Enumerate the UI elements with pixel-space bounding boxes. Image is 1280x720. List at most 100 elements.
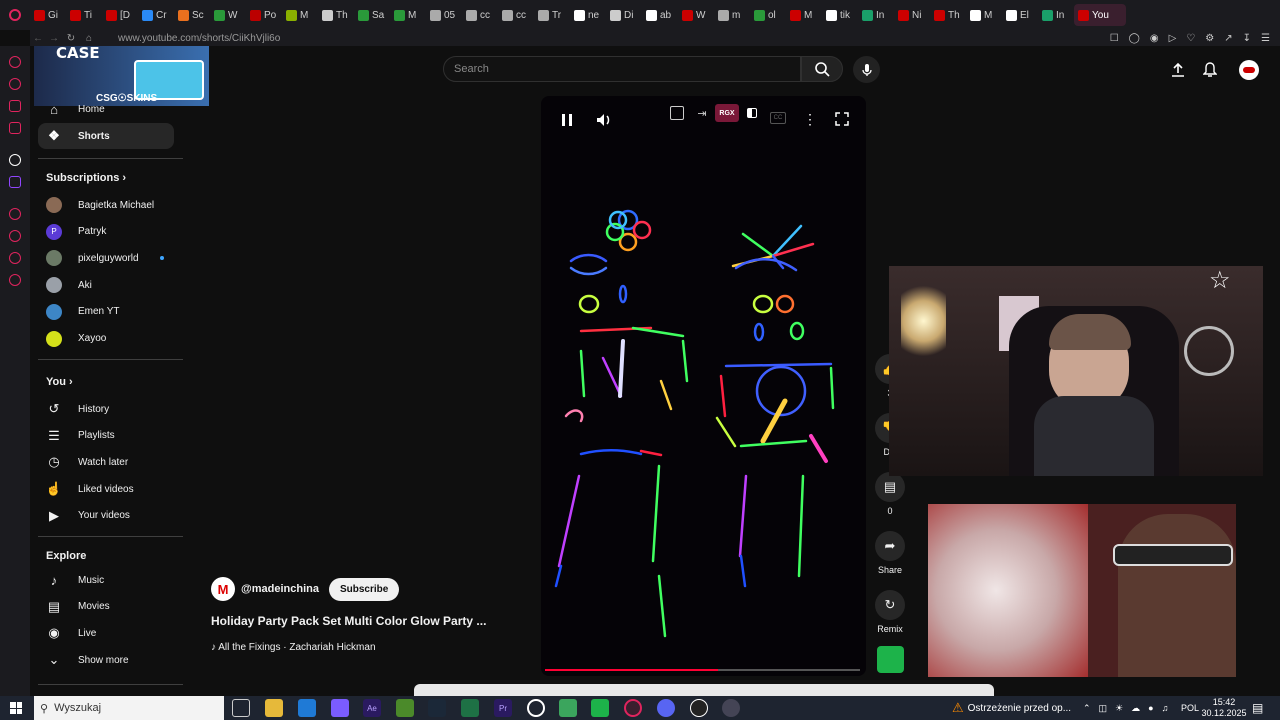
instagram-icon[interactable] bbox=[9, 122, 21, 134]
sidebar-app-icon[interactable] bbox=[9, 56, 21, 68]
browser-tab[interactable]: Sa bbox=[354, 4, 390, 26]
taskbar-search-input[interactable]: ⚲ Wyszukaj bbox=[34, 696, 224, 720]
subscription-item[interactable]: P Patryk bbox=[38, 219, 174, 245]
browser-tab[interactable]: Sc bbox=[174, 4, 210, 26]
steam-icon[interactable] bbox=[428, 699, 446, 717]
opera-logo-icon[interactable] bbox=[0, 0, 30, 30]
notification-center-icon[interactable]: ▤ bbox=[1252, 696, 1263, 720]
nav-item-history[interactable]: ↺ History bbox=[38, 396, 174, 422]
bulb-icon[interactable] bbox=[9, 252, 21, 264]
forward-icon[interactable]: → bbox=[46, 33, 62, 44]
app-icon[interactable] bbox=[559, 699, 577, 717]
you-heading[interactable]: You › bbox=[46, 376, 73, 388]
sidebar-app-icon[interactable] bbox=[9, 78, 21, 90]
opera-gx-icon[interactable] bbox=[624, 699, 642, 717]
browser-tab[interactable]: Di bbox=[606, 4, 642, 26]
url-field[interactable]: www.youtube.com/shorts/CiiKhVjli6o bbox=[118, 33, 280, 44]
subscription-item[interactable]: Emen YT bbox=[38, 299, 174, 325]
subscribe-button[interactable]: Subscribe bbox=[328, 577, 400, 601]
premiere-icon[interactable]: Pr bbox=[494, 699, 512, 717]
nav-item-playlists[interactable]: ☰ Playlists bbox=[38, 423, 174, 449]
app-icon[interactable] bbox=[396, 699, 414, 717]
obs-icon[interactable] bbox=[527, 699, 545, 717]
captions-icon[interactable]: CC bbox=[770, 112, 786, 124]
reload-icon[interactable]: ↻ bbox=[62, 33, 80, 44]
shield-icon[interactable]: ◯ bbox=[1129, 33, 1140, 44]
browser-tab[interactable]: tik bbox=[822, 4, 858, 26]
volume-button[interactable] bbox=[595, 111, 613, 129]
language-indicator[interactable]: POL bbox=[1181, 696, 1199, 720]
nav-item-liked-videos[interactable]: ☝ Liked videos bbox=[38, 476, 174, 502]
create-upload-icon[interactable] bbox=[1168, 60, 1188, 80]
browser-tab[interactable]: Tr bbox=[534, 4, 570, 26]
browser-tab[interactable]: Cr bbox=[138, 4, 174, 26]
bookmark-icon[interactable]: ☐ bbox=[1110, 33, 1119, 44]
file-explorer-icon[interactable] bbox=[265, 699, 283, 717]
aria-icon[interactable] bbox=[9, 154, 21, 166]
contrast-icon[interactable] bbox=[745, 106, 759, 120]
app-icon[interactable] bbox=[690, 699, 708, 717]
notifications-icon[interactable] bbox=[1200, 60, 1220, 80]
camera-icon[interactable]: ◉ bbox=[1150, 33, 1159, 44]
settings-icon[interactable] bbox=[9, 274, 21, 286]
tray-app-icon[interactable]: ◫ bbox=[1099, 703, 1108, 714]
browser-tab[interactable]: M bbox=[966, 4, 1002, 26]
sound-thumbnail[interactable] bbox=[877, 646, 904, 673]
rgx-extension-icon[interactable]: RGX bbox=[715, 104, 739, 122]
task-view-icon[interactable] bbox=[232, 699, 250, 717]
comments-button[interactable]: ▤ 0 bbox=[873, 472, 907, 516]
browser-tab[interactable]: W bbox=[210, 4, 246, 26]
voice-search-button[interactable] bbox=[853, 56, 880, 83]
app-icon[interactable] bbox=[722, 699, 740, 717]
app-icon[interactable] bbox=[591, 699, 609, 717]
progress-bar[interactable] bbox=[545, 669, 860, 671]
windows-start-icon[interactable] bbox=[10, 702, 22, 714]
extensions-icon[interactable]: ⚙ bbox=[1205, 33, 1214, 44]
chevron-up-icon[interactable]: ⌃ bbox=[1083, 703, 1091, 714]
vscode-icon[interactable] bbox=[298, 699, 316, 717]
avatar[interactable] bbox=[1239, 60, 1259, 80]
clock[interactable]: 15:42 30.12.2025 bbox=[1201, 696, 1246, 720]
browser-tab[interactable]: Ni bbox=[894, 4, 930, 26]
microphone-icon[interactable]: ● bbox=[1148, 703, 1153, 713]
picture-in-picture-icon[interactable] bbox=[670, 106, 684, 120]
browser-tab[interactable]: [D bbox=[102, 4, 138, 26]
browser-tab[interactable]: ne bbox=[570, 4, 606, 26]
browser-tab[interactable]: ol bbox=[750, 4, 786, 26]
browser-tab[interactable]: Gi bbox=[30, 4, 66, 26]
channel-handle[interactable]: @madeinchina bbox=[241, 583, 319, 595]
messenger-icon[interactable] bbox=[9, 100, 21, 112]
menu-icon[interactable]: ☰ bbox=[1261, 33, 1270, 44]
nav-item-live[interactable]: ◉ Live bbox=[38, 620, 174, 646]
browser-tab[interactable]: You bbox=[1074, 4, 1126, 26]
nav-item-watch-later[interactable]: ◷ Watch later bbox=[38, 449, 174, 475]
heart-icon[interactable]: ♡ bbox=[1186, 33, 1195, 44]
browser-tab[interactable]: Th bbox=[930, 4, 966, 26]
app-icon[interactable] bbox=[331, 699, 349, 717]
fullscreen-icon[interactable] bbox=[834, 111, 850, 127]
exit-icon[interactable]: ⇥ bbox=[695, 106, 709, 120]
share-page-icon[interactable]: ↗ bbox=[1224, 33, 1232, 44]
twitch-icon[interactable] bbox=[9, 176, 21, 188]
home-button-icon[interactable]: ⌂ bbox=[80, 33, 98, 44]
subscription-item[interactable]: Bagietka Michael bbox=[38, 192, 174, 218]
share-button[interactable]: ➦ Share bbox=[873, 531, 907, 575]
subscription-item[interactable]: Xayoo bbox=[38, 326, 174, 352]
subscription-item[interactable]: Aki bbox=[38, 272, 174, 298]
music-link[interactable]: ♪ All the Fixings · Zachariah Hickman bbox=[211, 642, 376, 653]
excel-icon[interactable] bbox=[461, 699, 479, 717]
speaker-icon[interactable]: ♫ bbox=[1162, 703, 1169, 713]
security-notification[interactable]: ⚠ Ostrzeżenie przed op... bbox=[952, 698, 1071, 718]
subscription-item[interactable]: pixelguyworld bbox=[38, 245, 174, 271]
browser-tab[interactable]: El bbox=[1002, 4, 1038, 26]
nav-item-show-more[interactable]: ⌄ Show more bbox=[38, 647, 174, 673]
short-title[interactable]: Holiday Party Pack Set Multi Color Glow … bbox=[211, 614, 511, 628]
download-icon[interactable]: ↧ bbox=[1243, 33, 1251, 44]
tray-app-icon[interactable]: ☁ bbox=[1131, 703, 1140, 714]
player-icon[interactable] bbox=[9, 208, 21, 220]
discord-icon[interactable] bbox=[657, 699, 675, 717]
browser-tab[interactable]: cc bbox=[498, 4, 534, 26]
after-effects-icon[interactable]: Ae bbox=[363, 699, 381, 717]
nav-item-home[interactable]: ⌂ Home bbox=[38, 96, 174, 122]
browser-tab[interactable]: In bbox=[858, 4, 894, 26]
